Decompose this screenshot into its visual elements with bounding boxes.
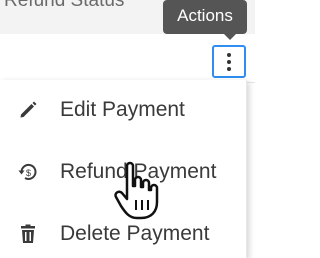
hand-pointer-icon [113, 160, 163, 222]
menu-item-label: Edit Payment [60, 98, 185, 121]
actions-button[interactable] [212, 45, 246, 78]
menu-item-label: Delete Payment [60, 222, 210, 245]
column-header-refund-status: Refund Status [4, 0, 125, 11]
tooltip-arrow [224, 34, 236, 40]
trash-icon [17, 223, 39, 245]
menu-item-edit-payment[interactable]: Edit Payment [0, 90, 246, 130]
kebab-vertical-icon [227, 52, 231, 57]
pencil-icon [17, 99, 39, 121]
svg-text:$: $ [26, 168, 31, 178]
refund-icon: $ [17, 161, 39, 183]
actions-tooltip: Actions [163, 0, 247, 34]
